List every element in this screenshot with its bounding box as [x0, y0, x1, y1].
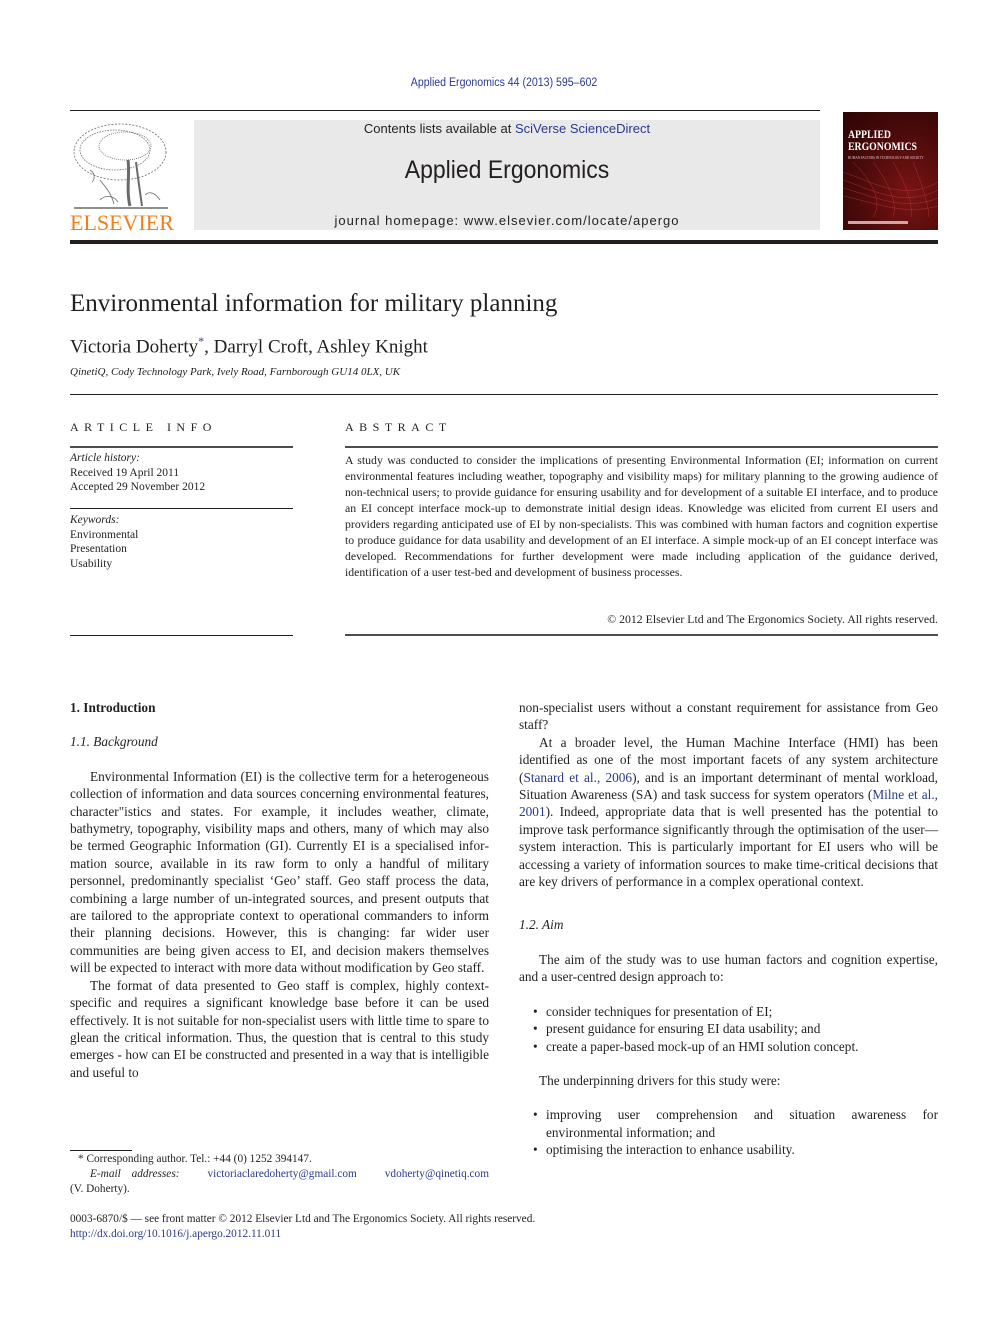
bottom-matter: 0003-6870/$ — see front matter © 2012 El… [70, 1212, 535, 1241]
journal-citation-link[interactable]: Applied Ergonomics 44 (2013) 595–602 [40, 77, 967, 89]
journal-cover-image: APPLIED ERGONOMICS HUMAN FACTORS IN TECH… [843, 112, 938, 230]
cover-footer-bar [848, 221, 908, 224]
abstract-heading: ABSTRACT [345, 420, 452, 434]
keywords-block: Keywords: Environmental Presentation Usa… [70, 513, 138, 571]
text-run: ). Indeed, appropriate data that is well… [519, 804, 938, 890]
abstract-text: A study was conducted to consider the im… [345, 453, 938, 579]
corresponding-author-text: Corresponding author. Tel.: +44 (0) 1252… [83, 1153, 312, 1165]
email-label: E-mail addresses: [90, 1167, 180, 1180]
keyword: Presentation [70, 543, 127, 555]
aim-list-item: consider techniques for presentation of … [533, 1003, 938, 1021]
paragraph: Environmental Information (EI) is the co… [70, 768, 489, 976]
cover-title-line1: APPLIED [848, 129, 891, 141]
aim-list: consider techniques for presentation of … [519, 1003, 938, 1056]
sciencedirect-link[interactable]: SciVerse ScienceDirect [515, 121, 650, 136]
article-info-rule [70, 446, 293, 448]
header-thick-rule [70, 240, 938, 244]
right-column: non-specialist users without a constant … [519, 699, 938, 1159]
left-column: 1. Introduction 1.1. Background Environm… [70, 699, 489, 1081]
aim-list-item: present guidance for ensuring EI data us… [533, 1020, 938, 1038]
cover-title: APPLIED ERGONOMICS [848, 129, 917, 153]
history-label: Article history: [70, 452, 140, 464]
corresponding-author-note: * Corresponding author. Tel.: +44 (0) 12… [70, 1152, 489, 1167]
article-history: Article history: Received 19 April 2011 … [70, 451, 205, 495]
issn-line: 0003-6870/$ — see front matter © 2012 El… [70, 1213, 536, 1225]
driver-list-item: improving user comprehension and situati… [533, 1106, 938, 1141]
doi-link[interactable]: http://dx.doi.org/10.1016/j.apergo.2012.… [70, 1227, 535, 1242]
paragraph: The format of data presented to Geo staf… [70, 977, 489, 1080]
title-block-rule [70, 394, 938, 395]
footnote: * Corresponding author. Tel.: +44 (0) 12… [70, 1152, 489, 1196]
abstract-rule [345, 446, 938, 448]
keyword: Usability [70, 557, 113, 570]
paragraph: At a broader level, the Human Machine In… [519, 734, 938, 891]
subsection-heading-background: 1.1. Background [70, 734, 158, 750]
email-link[interactable]: victoriaclaredoherty@gmail.com [207, 1167, 356, 1182]
abstract-bottom-rule [345, 634, 938, 636]
author-list: Victoria Doherty*, Darryl Croft, Ashley … [70, 334, 428, 358]
elsevier-wordmark: ELSEVIER [70, 210, 174, 235]
author-name: Victoria Doherty [70, 336, 199, 358]
journal-homepage-link[interactable]: journal homepage: www.elsevier.com/locat… [194, 213, 820, 228]
email-owner: (V. Doherty). [70, 1182, 130, 1195]
article-title: Environmental information for military p… [70, 290, 558, 317]
article-info-heading: ARTICLE INFO [70, 420, 217, 434]
article-info-divider [70, 508, 293, 509]
footnote-rule [70, 1150, 132, 1151]
abstract-copyright: © 2012 Elsevier Ltd and The Ergonomics S… [607, 612, 938, 626]
paragraph: The aim of the study was to use human fa… [519, 951, 938, 985]
section-heading-introduction: 1. Introduction [70, 700, 156, 715]
author-name: Darryl Croft [213, 336, 309, 358]
contents-line: Contents lists available at SciVerse Sci… [194, 121, 820, 136]
contents-prefix: Contents lists available at [363, 121, 515, 136]
email-link[interactable]: vdoherty@qinetiq.com [385, 1167, 489, 1182]
author-separator: , [308, 336, 317, 358]
journal-title: Applied Ergonomics [404, 156, 610, 184]
author-separator: , [204, 336, 214, 358]
cover-pattern [843, 162, 938, 217]
subsection-heading-aim: 1.2. Aim [519, 917, 564, 933]
email-line: E-mail addresses: victoriaclaredoherty@g… [70, 1167, 489, 1182]
driver-list-item: optimising the interaction to enhance us… [533, 1141, 938, 1159]
drivers-list: improving user comprehension and situati… [519, 1106, 938, 1159]
citation-link[interactable]: Stanard et al., 2006 [523, 770, 632, 785]
cover-title-line2: ERGONOMICS [848, 141, 917, 153]
keywords-label: Keywords: [70, 514, 120, 526]
received-date: Received 19 April 2011 [70, 466, 180, 479]
article-info-bottom-rule [70, 635, 293, 636]
author-affiliation: QinetiQ, Cody Technology Park, Ively Roa… [70, 366, 401, 378]
author-name: Ashley Knight [316, 336, 428, 358]
accepted-date: Accepted 29 November 2012 [70, 481, 206, 493]
cover-subtitle: HUMAN FACTORS IN TECHNOLOGY AND SOCIETY [848, 155, 924, 160]
paragraph-continued: non-specialist users without a constant … [519, 700, 938, 733]
keyword: Environmental [70, 528, 139, 541]
header-rule [70, 110, 820, 111]
aim-list-item: create a paper-based mock-up of an HMI s… [533, 1038, 938, 1056]
paragraph: The underpinning drivers for this study … [539, 1072, 781, 1088]
